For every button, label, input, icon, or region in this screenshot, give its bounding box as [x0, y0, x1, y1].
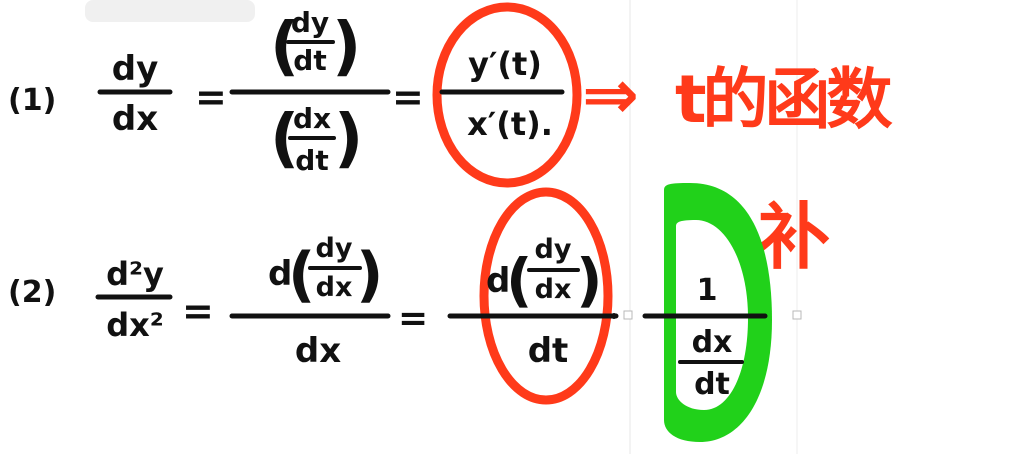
whiteboard-canvas: (1) dy dx = ( dy dt ) ( dx dt ) = y′(t) … [0, 0, 1014, 454]
eq2-rhs1-denominator: dt [528, 331, 569, 371]
eq2-lhs-denominator: dx² [106, 306, 164, 344]
annotation-text-line2: 补 [758, 195, 830, 279]
eq2-rhs1-inner-den: dx [535, 274, 572, 305]
blurred-overlay [85, 0, 255, 22]
handwritten-math-board: (1) dy dx = ( dy dt ) ( dx dt ) = y′(t) … [8, 0, 897, 454]
eq2-rhs1-inner-num: dy [535, 234, 572, 265]
equation1-label: (1) [8, 83, 56, 118]
eq1-mid-den-den: dt [295, 144, 328, 177]
eq2-paren: ) [356, 240, 383, 310]
eq1-rhs-numerator: y′(t) [468, 45, 542, 83]
equation2-label: (2) [8, 275, 56, 310]
eq2-paren: ( [506, 246, 533, 314]
eq1-mid-num-num: dy [291, 6, 329, 39]
eq2-lhs-numerator: d²y [106, 255, 164, 293]
eq1-equals-2: = [392, 75, 424, 119]
implies-arrow: ⇒ [582, 56, 639, 135]
selection-handle-right[interactable] [792, 310, 802, 320]
eq1-mid-num-den: dt [293, 44, 326, 77]
eq2-mid-denominator: dx [295, 331, 341, 371]
multiply-dot [611, 313, 617, 319]
eq1-orange-circle [432, 2, 582, 188]
eq2-rhs2-numerator: 1 [697, 273, 718, 308]
eq1-rhs-denominator: x′(t). [467, 105, 553, 143]
eq2-paren: ( [288, 240, 315, 310]
eq1-lhs-numerator: dy [112, 49, 159, 89]
eq1-paren: ) [334, 102, 363, 176]
selection-handle-left[interactable] [623, 310, 633, 320]
eq2-equals-2: = [398, 298, 428, 339]
eq2-rhs2-den-num: dx [692, 325, 733, 360]
eq1-mid-den-num: dx [293, 102, 331, 135]
eq2-mid-inner-den: dx [316, 272, 353, 303]
eq2-paren: ) [576, 246, 603, 314]
eq2-mid-inner-num: dy [316, 233, 353, 264]
annotation-text-line1: t的函数 [675, 61, 893, 138]
eq1-lhs-denominator: dx [112, 99, 158, 139]
eq1-paren: ) [332, 10, 361, 84]
eq2-rhs2-den-den: dt [694, 367, 730, 402]
eq1-equals-1: = [195, 75, 227, 119]
eq2-equals-1: = [182, 289, 214, 333]
